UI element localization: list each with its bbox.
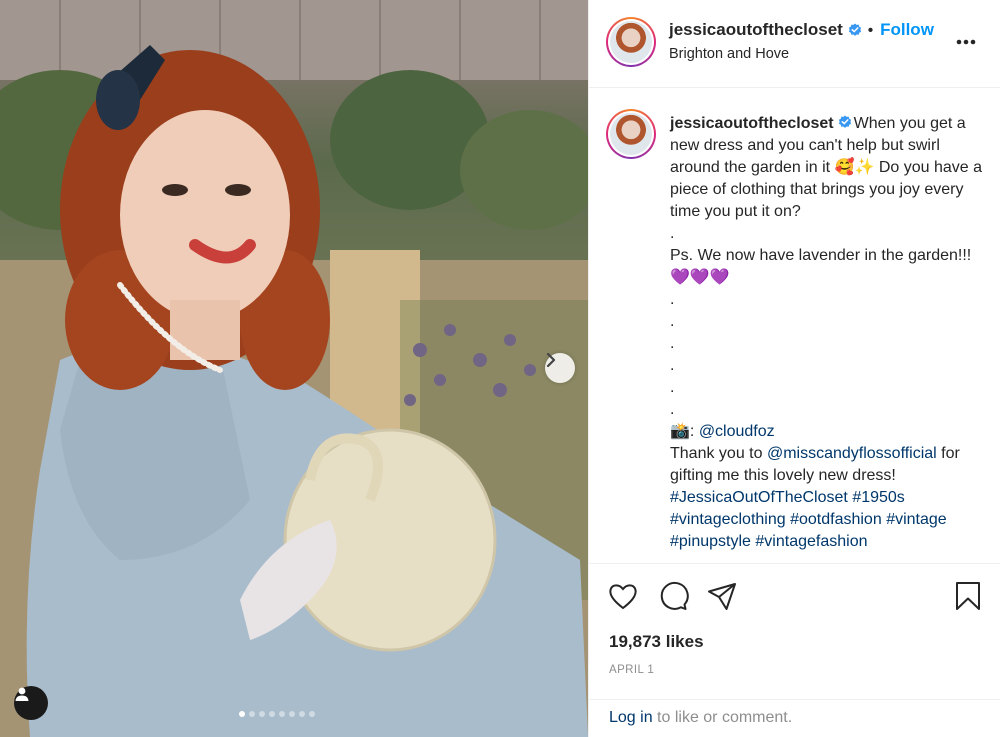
caption-author-avatar[interactable] xyxy=(606,109,656,159)
caption-ps-line: Ps. We now have lavender in the garden!!… xyxy=(670,245,990,289)
more-horizontal-icon[interactable] xyxy=(951,32,981,52)
verified-badge-icon xyxy=(848,23,861,36)
post-caption: jessicaoutofthecloset When you get a new… xyxy=(670,113,990,553)
share-icon[interactable] xyxy=(706,580,738,612)
hashtag-link[interactable]: #vintage xyxy=(886,511,947,528)
hashtag-link[interactable]: #vintageclothing xyxy=(670,511,786,528)
post-location[interactable]: Brighton and Hove xyxy=(669,46,789,62)
camera-emoji: 📸: xyxy=(670,423,699,440)
caption-dot: . xyxy=(670,335,675,352)
post-actions: 19,873 likes APRIL 1 xyxy=(589,563,1000,699)
caption-dot: . xyxy=(670,291,675,308)
hashtag-link[interactable]: #ootdfashion xyxy=(790,511,882,528)
follow-button[interactable]: Follow xyxy=(880,20,934,40)
bookmark-icon[interactable] xyxy=(952,580,984,612)
caption-dot: . xyxy=(670,225,675,242)
user-tag-icon xyxy=(15,687,29,701)
header-user-row: jessicaoutofthecloset • Follow xyxy=(669,20,934,40)
photo-credit-line: 📸: @cloudfoz xyxy=(670,421,990,443)
carousel-dot xyxy=(239,711,245,717)
heart-icon[interactable] xyxy=(607,580,639,612)
carousel-next-button[interactable] xyxy=(545,353,575,383)
post-side-panel: jessicaoutofthecloset • Follow Brighton … xyxy=(588,0,1000,737)
carousel-dot xyxy=(289,711,295,717)
hashtag-link[interactable]: #vintagefashion xyxy=(755,533,867,550)
login-link[interactable]: Log in xyxy=(609,709,653,726)
caption-dot: . xyxy=(670,313,675,330)
caption-dot: . xyxy=(670,357,675,374)
chevron-right-icon xyxy=(546,353,556,367)
photographer-mention-link[interactable]: @cloudfoz xyxy=(699,423,775,440)
post-date: APRIL 1 xyxy=(609,664,655,676)
carousel-indicators xyxy=(239,711,315,717)
post-header: jessicaoutofthecloset • Follow Brighton … xyxy=(589,0,1000,88)
carousel-dot xyxy=(269,711,275,717)
carousel-dot xyxy=(249,711,255,717)
caption-dot: . xyxy=(670,379,675,396)
verified-badge-icon xyxy=(838,115,851,128)
caption-dot: . xyxy=(670,401,675,418)
header-separator: • xyxy=(867,21,874,39)
caption-username[interactable]: jessicaoutofthecloset xyxy=(670,115,834,132)
hashtag-link[interactable]: #pinupstyle xyxy=(670,533,751,550)
carousel-dot xyxy=(279,711,285,717)
hashtag-link[interactable]: #JessicaOutOfTheCloset xyxy=(670,489,848,506)
photo-illustration xyxy=(0,0,588,737)
login-suffix-text: to like or comment. xyxy=(652,709,793,726)
caption-section: jessicaoutofthecloset When you get a new… xyxy=(589,89,1000,563)
sponsor-mention-link[interactable]: @misscandyflossofficial xyxy=(767,445,937,462)
post-photo[interactable] xyxy=(0,0,588,737)
login-prompt: Log in to like or comment. xyxy=(589,699,1000,737)
hashtag-link[interactable]: #1950s xyxy=(852,489,905,506)
carousel-dot xyxy=(259,711,265,717)
purple-hearts-emoji: 💜💜💜 xyxy=(670,269,730,286)
hashtag-list: #JessicaOutOfTheCloset #1950s #vintagecl… xyxy=(670,487,990,553)
thanks-prefix: Thank you to xyxy=(670,445,767,462)
comment-icon[interactable] xyxy=(657,580,689,612)
author-avatar[interactable] xyxy=(606,17,656,67)
carousel-dot xyxy=(299,711,305,717)
like-count[interactable]: 19,873 likes xyxy=(609,632,704,652)
thanks-line: Thank you to @misscandyflossofficial for… xyxy=(670,443,990,487)
caption-ps-text: Ps. We now have lavender in the garden!!… xyxy=(670,247,972,264)
carousel-dot xyxy=(309,711,315,717)
tagged-users-button[interactable] xyxy=(14,686,48,720)
author-username[interactable]: jessicaoutofthecloset xyxy=(669,20,843,40)
